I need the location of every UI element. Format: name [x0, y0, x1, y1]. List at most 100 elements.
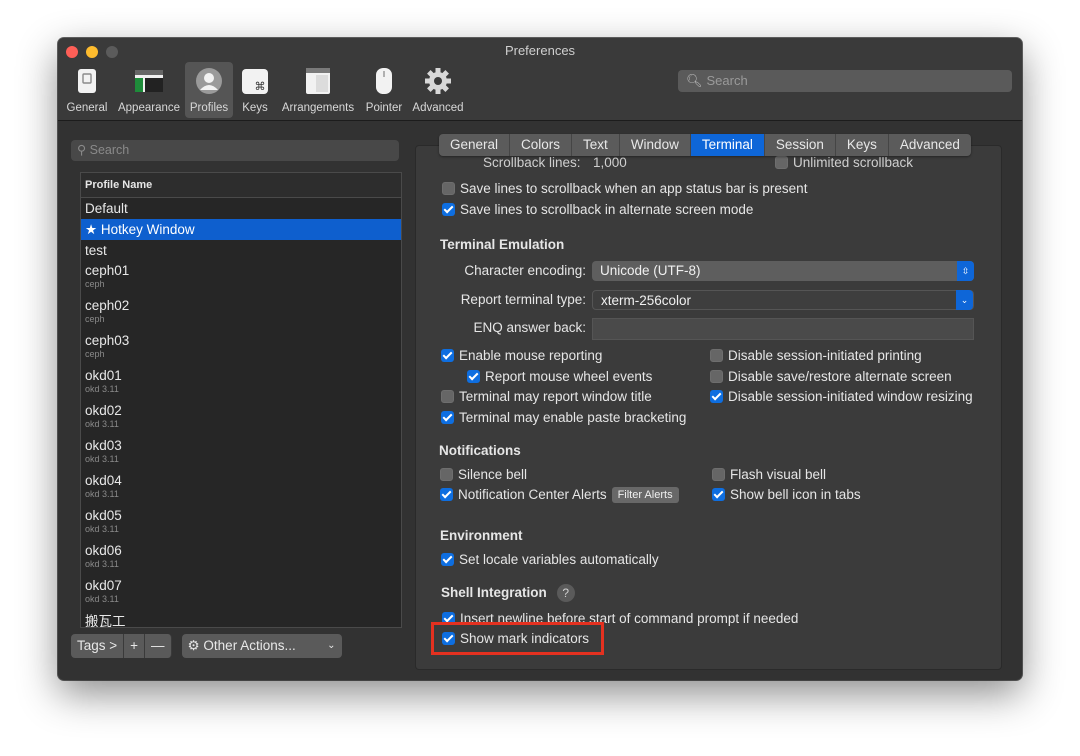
tab-general[interactable]: General — [439, 134, 511, 156]
profile-search-field[interactable]: ⚲ Search — [71, 140, 399, 161]
save-status-bar-checkbox[interactable]: Save lines to scrollback when an app sta… — [442, 181, 807, 196]
set-locale-label: Set locale variables automatically — [459, 552, 659, 567]
char-encoding-popup[interactable]: Unicode (UTF-8) ⇳ — [592, 261, 974, 281]
other-actions-label: Other Actions... — [203, 638, 296, 653]
help-icon[interactable]: ? — [556, 584, 575, 602]
checkbox-icon — [712, 468, 725, 481]
tab-keys[interactable]: Keys — [836, 134, 889, 156]
checkbox-icon — [467, 370, 480, 383]
gear-icon: ⚙ — [187, 638, 200, 653]
pointer-mouse-icon — [376, 68, 392, 94]
section-environment: Environment — [440, 528, 523, 543]
disable-printing-checkbox[interactable]: Disable session-initiated printing — [710, 348, 922, 363]
window-title: Preferences — [504, 43, 576, 58]
silence-bell-label: Silence bell — [458, 467, 528, 482]
profile-row[interactable]: okd06 okd 3.11 — [81, 541, 401, 576]
titlebar: Preferences General Appearance Profiles … — [58, 38, 1022, 121]
preferences-window: Preferences General Appearance Profiles … — [58, 38, 1022, 680]
profile-row[interactable]: ceph03 ceph — [81, 331, 401, 366]
profile-row[interactable]: Default — [81, 198, 401, 219]
profile-name: okd07 — [85, 578, 122, 593]
tab-text[interactable]: Text — [572, 134, 620, 156]
profile-row[interactable]: 搬瓦工 — [81, 611, 401, 628]
report-terminal-type-combobox[interactable]: xterm-256color ⌄ — [592, 290, 974, 310]
section-terminal-emulation: Terminal Emulation — [440, 237, 565, 252]
show-bell-icon-checkbox[interactable]: Show bell icon in tabs — [712, 487, 861, 502]
disable-resizing-checkbox[interactable]: Disable session-initiated window resizin… — [710, 389, 973, 404]
report-window-title-label: Terminal may report window title — [459, 389, 652, 404]
checkbox-icon — [712, 488, 725, 501]
toolbar-general[interactable]: General — [62, 62, 112, 118]
profile-list-header[interactable]: Profile Name — [81, 173, 401, 198]
report-terminal-type-label: Report terminal type: — [460, 292, 586, 307]
profile-tag: okd 3.11 — [85, 594, 119, 604]
checkbox-icon — [440, 488, 453, 501]
toolbar-search-field[interactable]: 🔍︎ Search — [678, 70, 1012, 92]
section-shell-integration: Shell Integration? — [441, 584, 575, 602]
toolbar-arrangements[interactable]: Arrangements — [278, 62, 358, 118]
profile-name: okd03 — [85, 438, 122, 453]
advanced-gear-icon — [425, 68, 451, 94]
scrollback-lines-field[interactable]: 1,000 — [593, 155, 763, 170]
disable-printing-label: Disable session-initiated printing — [728, 348, 922, 363]
profile-tag: okd 3.11 — [85, 419, 119, 429]
profile-row[interactable]: ceph02 ceph — [81, 296, 401, 331]
profile-row[interactable]: okd07 okd 3.11 — [81, 576, 401, 611]
profile-row[interactable]: ceph01 ceph — [81, 261, 401, 296]
enable-mouse-reporting-checkbox[interactable]: Enable mouse reporting — [441, 348, 602, 363]
report-mouse-wheel-checkbox[interactable]: Report mouse wheel events — [467, 369, 652, 384]
toolbar-advanced[interactable]: Advanced — [410, 62, 466, 118]
enq-answer-back-field[interactable] — [592, 318, 974, 340]
flash-visual-bell-checkbox[interactable]: Flash visual bell — [712, 467, 826, 482]
add-profile-button[interactable]: + — [124, 634, 146, 658]
scrollback-label: Scrollback lines: — [483, 155, 581, 170]
tab-session[interactable]: Session — [765, 134, 836, 156]
notification-center-alerts-checkbox[interactable]: Notification Center Alerts Filter Alerts — [440, 487, 679, 503]
tab-terminal[interactable]: Terminal — [690, 134, 765, 156]
filter-alerts-button[interactable]: Filter Alerts — [611, 487, 679, 503]
profile-name: test — [85, 243, 107, 258]
profile-row[interactable]: okd05 okd 3.11 — [81, 506, 401, 541]
set-locale-checkbox[interactable]: Set locale variables automatically — [441, 552, 659, 567]
toolbar-general-label: General — [66, 102, 108, 114]
profile-tag: ceph — [85, 279, 105, 289]
appearance-window-icon — [135, 70, 163, 92]
disable-alt-screen-label: Disable save/restore alternate screen — [728, 369, 952, 384]
toolbar-search-placeholder: Search — [706, 73, 748, 88]
tab-colors[interactable]: Colors — [510, 134, 573, 156]
profile-name: okd02 — [85, 403, 122, 418]
tab-window[interactable]: Window — [620, 134, 691, 156]
toolbar-keys[interactable]: ⌘ Keys — [236, 62, 274, 118]
checkbox-icon — [710, 370, 723, 383]
tags-button[interactable]: Tags > — [71, 634, 125, 658]
other-actions-button[interactable]: ⚙ Other Actions... ⌄ — [181, 634, 342, 658]
toolbar-appearance[interactable]: Appearance — [114, 62, 184, 118]
profile-name: 搬瓦工 — [85, 614, 126, 628]
unlimited-scrollback-label: Unlimited scrollback — [793, 155, 914, 170]
remove-profile-button[interactable]: — — [145, 634, 172, 658]
profile-name: ceph01 — [85, 263, 130, 278]
save-alt-screen-checkbox[interactable]: Save lines to scrollback in alternate sc… — [442, 202, 753, 217]
unlimited-scrollback-checkbox[interactable]: Unlimited scrollback — [775, 155, 913, 170]
profile-row[interactable]: okd01 okd 3.11 — [81, 366, 401, 401]
char-encoding-label: Character encoding: — [464, 263, 586, 278]
disable-alt-screen-checkbox[interactable]: Disable save/restore alternate screen — [710, 369, 952, 384]
checkbox-icon — [441, 390, 454, 403]
profile-row[interactable]: test — [81, 240, 401, 261]
profile-tag: ceph — [85, 349, 105, 359]
report-window-title-checkbox[interactable]: Terminal may report window title — [441, 389, 652, 404]
profile-row[interactable]: okd03 okd 3.11 — [81, 436, 401, 471]
save-status-bar-label: Save lines to scrollback when an app sta… — [460, 181, 808, 196]
profile-list[interactable]: Profile Name Default ★ Hotkey Window tes… — [80, 172, 402, 628]
profile-row[interactable]: okd04 okd 3.11 — [81, 471, 401, 506]
profile-row[interactable]: okd02 okd 3.11 — [81, 401, 401, 436]
silence-bell-checkbox[interactable]: Silence bell — [440, 467, 527, 482]
checkbox-icon — [710, 349, 723, 362]
toolbar-pointer[interactable]: Pointer — [362, 62, 406, 118]
profile-row-selected[interactable]: ★ Hotkey Window — [81, 219, 401, 240]
tab-advanced[interactable]: Advanced — [889, 134, 971, 156]
profile-name: okd04 — [85, 473, 122, 488]
paste-bracketing-checkbox[interactable]: Terminal may enable paste bracketing — [441, 410, 686, 425]
search-icon: 🔍︎ — [686, 73, 703, 88]
toolbar-profiles[interactable]: Profiles — [185, 62, 233, 118]
